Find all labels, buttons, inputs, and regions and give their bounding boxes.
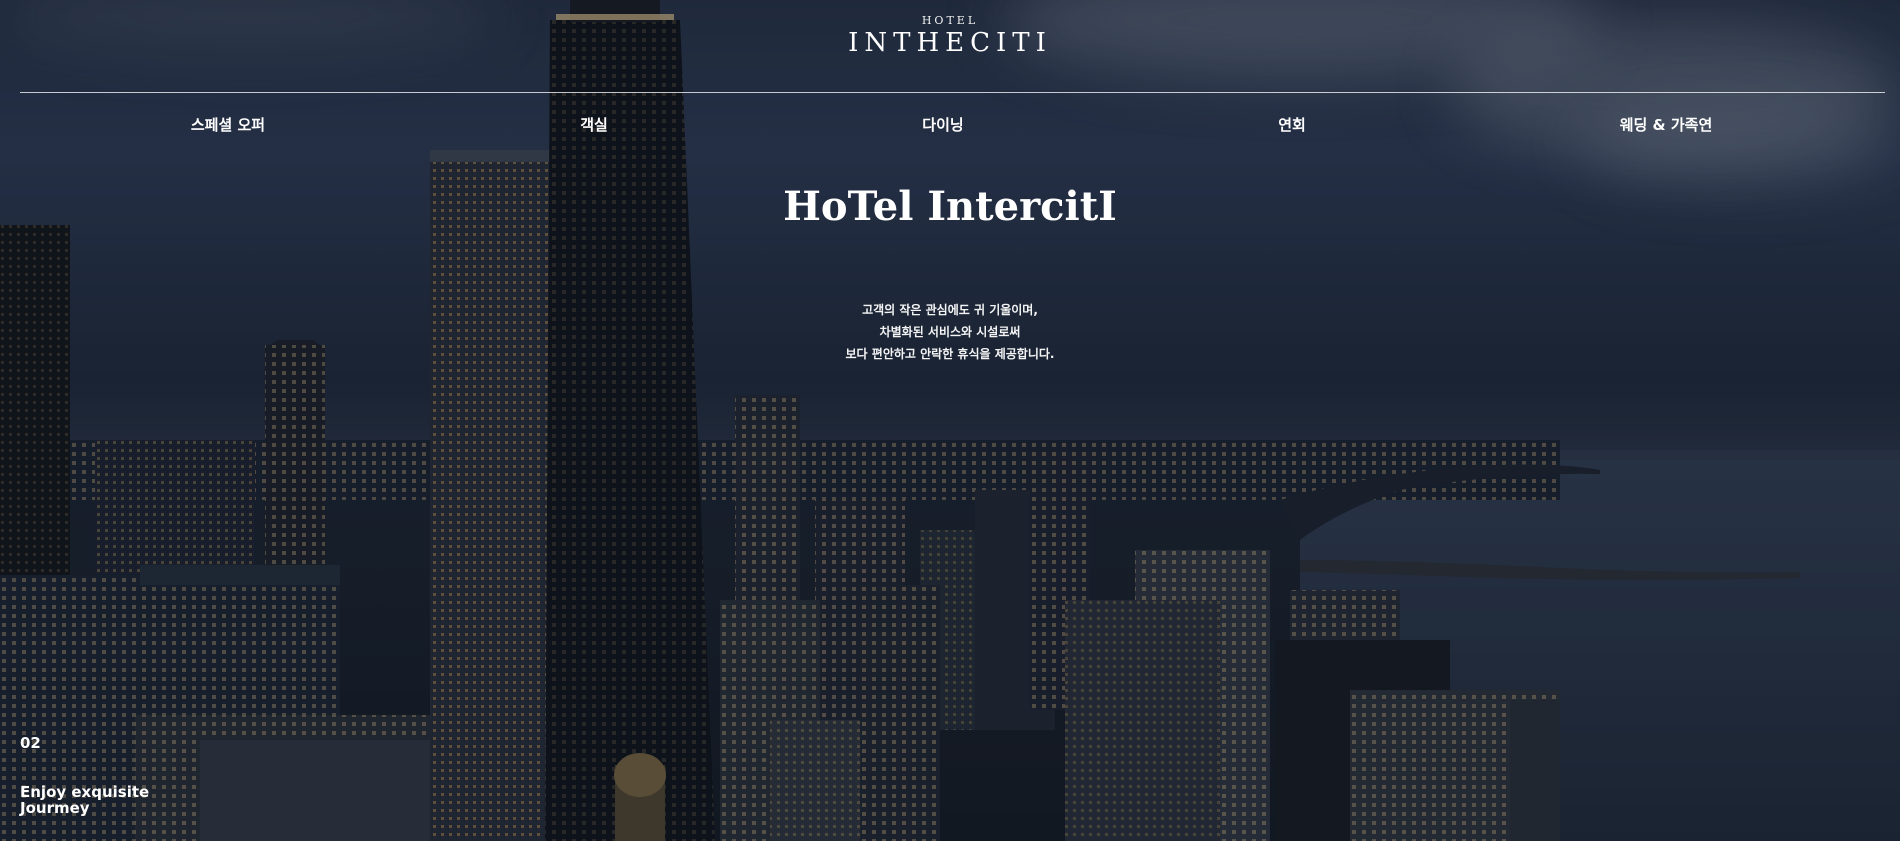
nav-item-wedding[interactable]: 웨딩 & 가족연 xyxy=(1566,114,1766,135)
nav-item-dining[interactable]: 다이닝 xyxy=(843,114,1043,135)
nav-item-banquet[interactable]: 연회 xyxy=(1192,114,1392,135)
slide-caption-line: Enjoy exquisite xyxy=(20,783,150,801)
slide-caption: Enjoy exquisite Jourmey xyxy=(20,784,220,816)
hero-description: 고객의 작은 관심에도 귀 기울이며, 차별화된 서비스와 시설로써 보다 편안… xyxy=(0,299,1900,365)
hero-title: HoTel IntercitI xyxy=(783,183,1117,230)
hotel-logo[interactable]: HOTEL INTHECITI xyxy=(0,14,1900,58)
hero-description-line: 보다 편안하고 안락한 휴식을 제공합니다. xyxy=(845,347,1055,361)
header-divider xyxy=(20,92,1885,93)
hero-description-line: 고객의 작은 관심에도 귀 기울이며, xyxy=(862,303,1038,317)
nav-item-rooms[interactable]: 객실 xyxy=(494,114,694,135)
nav-item-special-offer[interactable]: 스페셜 오퍼 xyxy=(128,114,328,135)
hero-description-line: 차별화된 서비스와 시설로써 xyxy=(879,325,1021,339)
logo-small-text: HOTEL xyxy=(921,14,979,27)
slide-caption-line: Jourmey xyxy=(20,799,90,817)
logo-main-text: INTHECITI xyxy=(848,28,1052,58)
main-nav: 스페셜 오퍼 객실 다이닝 연회 웨딩 & 가족연 xyxy=(0,114,1900,140)
slide-number: 02 xyxy=(20,734,41,752)
